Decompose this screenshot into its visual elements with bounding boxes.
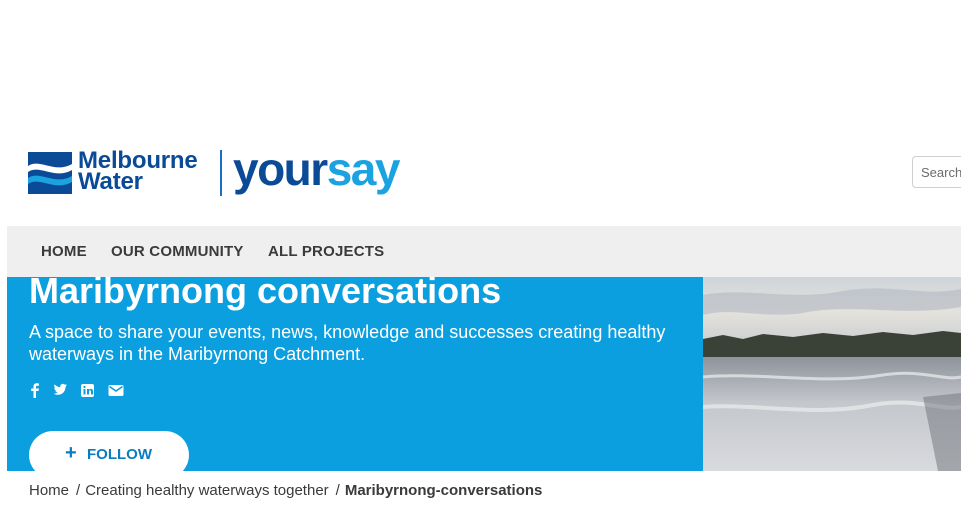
hero-description: A space to share your events, news, know… <box>29 322 666 364</box>
nav-item-home[interactable]: HOME <box>41 243 87 260</box>
search-placeholder: Search <box>921 165 961 180</box>
breadcrumb-current: Maribyrnong-conversations <box>344 482 543 499</box>
twitter-icon[interactable] <box>51 381 69 399</box>
breadcrumb-separator: / <box>76 482 81 499</box>
melbourne-water-wordmark: Melbourne Water <box>78 149 198 195</box>
logo-your-text: your <box>233 143 328 195</box>
logo-water-text: Water <box>78 168 143 195</box>
page-title: Maribyrnong conversations <box>29 277 502 311</box>
logo-say-text: say <box>326 143 401 195</box>
hero-lake-image <box>703 277 961 471</box>
linkedin-icon[interactable] <box>79 381 97 399</box>
email-icon[interactable] <box>107 381 125 399</box>
nav-item-all-projects[interactable]: ALL PROJECTS <box>268 243 384 260</box>
breadcrumb-creating-healthy-waterways[interactable]: Creating healthy waterways together <box>85 482 328 499</box>
hero-banner: Maribyrnong conversations A space to sha… <box>7 277 703 471</box>
follow-button-label: FOLLOW <box>87 446 152 463</box>
breadcrumb: Home / Creating healthy waterways together… <box>29 482 542 499</box>
site-header: Melbourne Water yoursay Search <box>0 0 961 226</box>
search-input[interactable]: Search <box>912 156 961 188</box>
breadcrumb-home[interactable]: Home <box>29 482 69 499</box>
yoursay-logo[interactable]: yoursay <box>233 140 401 198</box>
breadcrumb-separator: / <box>335 482 340 499</box>
main-nav: HOME OUR COMMUNITY ALL PROJECTS <box>7 226 961 277</box>
logo-divider <box>220 150 222 196</box>
melbourne-water-mark-icon <box>28 152 72 194</box>
facebook-icon[interactable] <box>29 381 47 399</box>
nav-item-our-community[interactable]: OUR COMMUNITY <box>111 243 244 260</box>
plus-icon: + <box>65 442 77 464</box>
follow-button[interactable]: + FOLLOW <box>29 431 189 471</box>
melbourne-water-logo[interactable]: Melbourne Water <box>28 149 213 198</box>
